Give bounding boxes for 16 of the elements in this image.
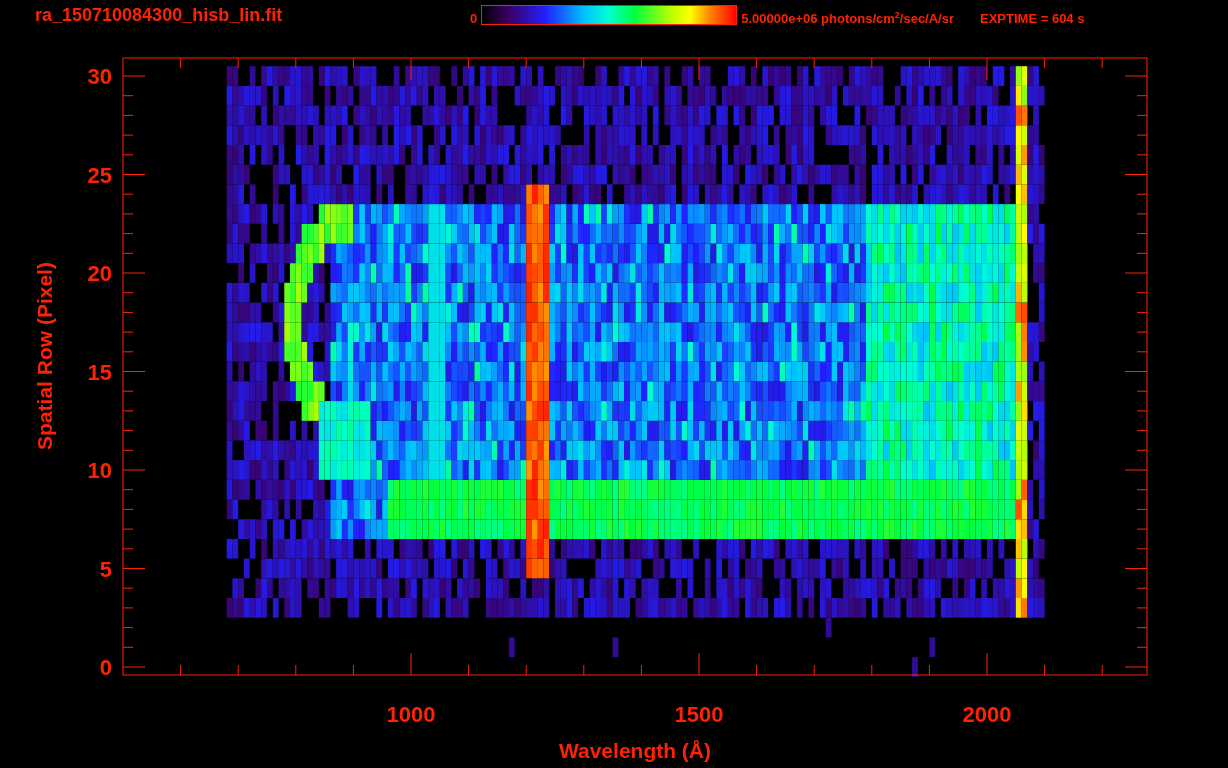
x-axis-label: Wavelength (Å) (558, 739, 712, 762)
colorbar-max-label: 5.00000e+06 photons/cm$^{2}$/sec/A/sr (741, 9, 954, 27)
colorbar-min-label: 0 (470, 10, 478, 26)
x-tick-label: 2000 (962, 702, 1012, 727)
y-axis-label: Spatial Row (Pixel) (33, 262, 56, 450)
y-tick-label: 25 (87, 162, 112, 188)
x-tick-label: 1000 (386, 702, 436, 727)
y-tick-label: 10 (87, 458, 112, 483)
y-tick-label: 0 (99, 655, 112, 680)
plot-title: ra_150710084300_hisb_lin.fit (35, 4, 284, 26)
exposure-time-label: EXPTIME = 604 s (980, 10, 1085, 26)
y-tick-label: 15 (87, 359, 112, 385)
x-tick-label: 1500 (674, 702, 724, 727)
y-tick-label: 30 (87, 64, 112, 89)
y-tick-label: 5 (99, 556, 112, 582)
y-tick-label: 20 (87, 261, 112, 286)
